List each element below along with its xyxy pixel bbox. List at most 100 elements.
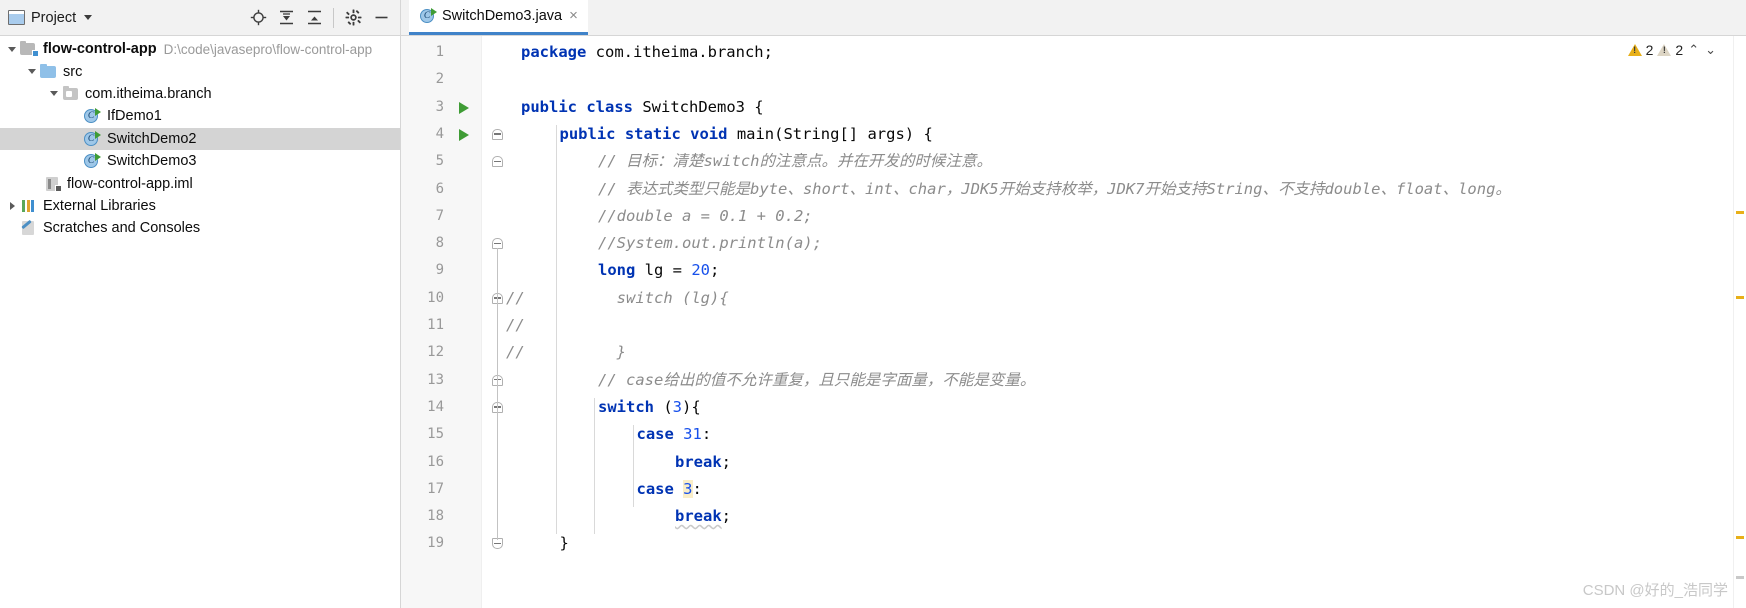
external-libraries-icon [20, 198, 38, 214]
tree-item-scratches-and-consoles[interactable]: Scratches and Consoles [0, 217, 400, 239]
editor-scrollbar-markers[interactable] [1733, 36, 1746, 608]
tree-item-label: SwitchDemo2 [107, 130, 197, 147]
next-problem-icon[interactable]: ⌄ [1704, 42, 1717, 58]
code-token: } [559, 534, 569, 553]
code-line[interactable]: package com.itheima.branch; [521, 39, 773, 66]
code-line[interactable]: // 目标：清楚switch的注意点。并在开发的时候注意。 [598, 148, 992, 175]
top-bar: Project C SwitchDemo3.java × [0, 0, 1746, 36]
run-gutter-icon[interactable] [459, 128, 469, 141]
chevron-down-icon[interactable] [46, 86, 62, 102]
project-toolbar [245, 5, 394, 31]
hide-panel-icon[interactable] [368, 5, 394, 31]
line-number: 13 [427, 371, 444, 388]
settings-gear-icon[interactable] [340, 5, 366, 31]
scrollbar-problem-marker[interactable] [1736, 296, 1744, 299]
code-token: break [675, 507, 722, 526]
chevron-down-icon[interactable] [24, 64, 40, 80]
tab-switchdemo3-java[interactable]: C SwitchDemo3.java × [409, 0, 588, 35]
fold-toggle-icon[interactable] [492, 156, 503, 168]
tree-item-external-libraries[interactable]: External Libraries [0, 195, 400, 217]
weak-warning-count: 2 [1675, 42, 1684, 58]
scrollbar-problem-marker[interactable] [1736, 576, 1744, 579]
line-number: 4 [435, 125, 444, 142]
code-line[interactable]: } [598, 339, 626, 366]
code-token: } [598, 343, 626, 362]
code-line[interactable]: //System.out.println(a); [598, 230, 822, 257]
code-line[interactable]: case 3: [637, 476, 702, 503]
line-number: 3 [435, 98, 444, 115]
run-marker-column[interactable] [453, 36, 481, 608]
module-folder-icon [20, 41, 39, 58]
code-text-area[interactable]: package com.itheima.branch; public class … [517, 36, 1746, 608]
tree-item-label: flow-control-app [43, 41, 157, 58]
code-token: 31 [683, 425, 702, 444]
tree-item-label: IfDemo1 [107, 108, 162, 125]
locate-in-tree-icon[interactable] [245, 5, 271, 31]
tree-item-switchdemo2[interactable]: C SwitchDemo2 [0, 127, 400, 150]
java-class-icon: C [84, 130, 101, 147]
tree-item-flow-control-app[interactable]: flow-control-app D:\code\javasepro\flow-… [0, 38, 400, 60]
code-token: ; [721, 452, 732, 471]
line-number: 18 [427, 508, 444, 525]
scrollbar-problem-marker[interactable] [1736, 536, 1744, 539]
source-folder-icon [40, 63, 58, 80]
run-gutter-icon[interactable] [459, 101, 469, 114]
code-token: // case给出的值不允许重复，且只能是字面量，不能是变量。 [598, 370, 1036, 389]
code-line[interactable]: long lg = 20; [598, 257, 719, 284]
code-token: com.itheima.branch; [595, 43, 773, 61]
code-token: break [675, 452, 722, 471]
project-title-group[interactable]: Project [8, 9, 93, 26]
chevron-down-icon[interactable] [4, 41, 20, 57]
code-token: ; [710, 261, 720, 280]
tree-item-switchdemo3[interactable]: C SwitchDemo3 [0, 150, 400, 172]
line-number: 19 [427, 535, 444, 552]
code-token: public class [521, 97, 643, 116]
scrollbar-problem-marker[interactable] [1736, 211, 1744, 214]
project-tree[interactable]: flow-control-app D:\code\javasepro\flow-… [0, 36, 401, 608]
code-token: //double a = 0.1 + 0.2; [598, 206, 813, 225]
code-line[interactable]: switch (lg){ [598, 285, 729, 312]
tree-item-label: Scratches and Consoles [43, 220, 201, 237]
tree-item-src[interactable]: src [0, 60, 400, 82]
code-line[interactable]: //double a = 0.1 + 0.2; [598, 203, 813, 230]
tree-item-flow-control-app-iml[interactable]: flow-control-app.iml [0, 172, 400, 194]
chevron-down-icon[interactable] [84, 15, 93, 20]
code-line[interactable]: public class SwitchDemo3 { [521, 94, 764, 121]
tree-item-label: src [63, 63, 83, 80]
code-token: main(String[] args) { [736, 124, 933, 143]
editor-tab-strip: C SwitchDemo3.java × [401, 0, 1746, 35]
previous-problem-icon[interactable]: ⌃ [1687, 42, 1700, 58]
fold-marker-column[interactable]: ////// [481, 36, 525, 608]
code-token: switch (lg){ [598, 288, 729, 307]
close-icon[interactable]: × [568, 8, 579, 23]
code-line[interactable]: public static void main(String[] args) { [560, 121, 933, 148]
code-line[interactable]: break; [675, 503, 731, 530]
line-number: 10 [427, 289, 444, 306]
code-line[interactable]: } [560, 530, 569, 557]
code-token: // 表达式类型只能是byte、short、int、char，JDK5开始支持枚… [598, 179, 1511, 198]
expand-all-icon[interactable] [273, 5, 299, 31]
tree-item-com-itheima-branch[interactable]: com.itheima.branch [0, 83, 400, 105]
tree-item-label: SwitchDemo3 [107, 153, 197, 170]
project-panel-title: Project [31, 9, 77, 26]
scratches-icon [20, 220, 38, 236]
code-line[interactable]: switch (3){ [598, 394, 701, 421]
package-icon [62, 85, 80, 102]
code-line[interactable]: // 表达式类型只能是byte、short、int、char，JDK5开始支持枚… [598, 176, 1511, 203]
chevron-right-icon[interactable] [4, 198, 20, 214]
project-panel-header: Project [0, 0, 401, 35]
code-line[interactable]: break; [675, 449, 731, 476]
inspection-widget[interactable]: 2 2 ⌃ ⌄ [1624, 40, 1720, 60]
tree-item-ifdemo1[interactable]: C IfDemo1 [0, 105, 400, 127]
code-line[interactable]: case 31: [637, 421, 712, 448]
line-number: 6 [435, 180, 444, 197]
fold-region-line [497, 248, 498, 541]
fold-toggle-icon[interactable] [492, 128, 503, 140]
code-line[interactable]: // case给出的值不允许重复，且只能是字面量，不能是变量。 [598, 367, 1035, 394]
code-token: long [598, 261, 645, 280]
code-token: public static void [559, 124, 737, 143]
collapse-all-icon[interactable] [301, 5, 327, 31]
java-class-icon: C [84, 108, 101, 124]
editor-gutter[interactable]: 1 2 3 4 5 6 7 8 9 10 11 12 13 14 15 16 17 18 19 ////// [401, 36, 525, 608]
code-editor[interactable]: 1 2 3 4 5 6 7 8 9 10 11 12 13 14 15 16 17 18 19 ////// pac… [401, 36, 1746, 608]
